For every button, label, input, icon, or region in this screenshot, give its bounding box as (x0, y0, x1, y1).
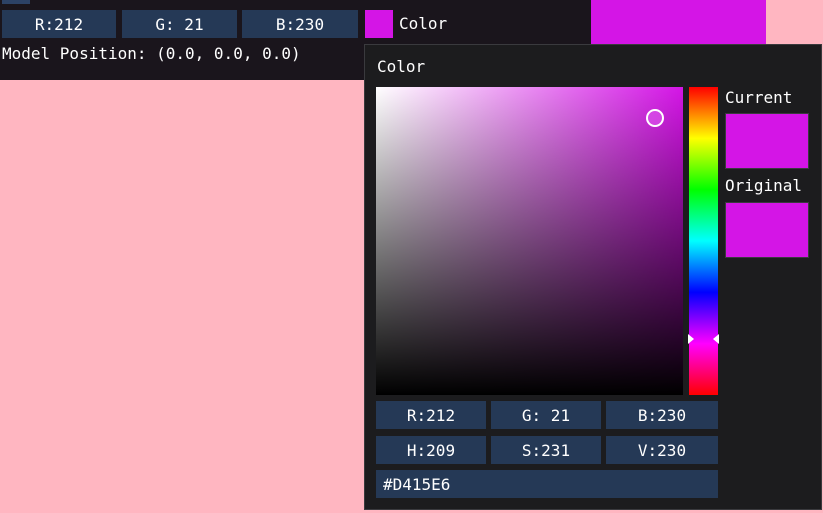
color-swatch-button[interactable] (365, 10, 393, 38)
hue-slider[interactable] (689, 87, 718, 395)
window-title-bar[interactable] (2, 0, 30, 4)
r-field[interactable]: R:212 (2, 10, 116, 38)
original-label: Original (725, 176, 803, 195)
picker-v-field[interactable]: V:230 (606, 436, 718, 464)
b-field[interactable]: B:230 (242, 10, 358, 38)
model-position-text: Model Position: (0.0, 0.0, 0.0) (2, 44, 301, 63)
saturation-value-square[interactable] (376, 87, 683, 395)
g-field[interactable]: G: 21 (122, 10, 237, 38)
triangle-arrow-icon (688, 334, 694, 344)
color-label: Color (399, 14, 448, 33)
original-color-preview[interactable] (725, 202, 809, 258)
triangle-arrow-icon (713, 334, 719, 344)
picker-s-field[interactable]: S:231 (491, 436, 601, 464)
picker-g-field[interactable]: G: 21 (491, 401, 601, 429)
current-label: Current (725, 88, 793, 107)
picker-r-field[interactable]: R:212 (376, 401, 486, 429)
hex-input[interactable]: #D415E6 (376, 470, 718, 498)
color-preview-rect (591, 0, 766, 44)
picker-title: Color (377, 57, 426, 76)
picker-h-field[interactable]: H:209 (376, 436, 486, 464)
picker-b-field[interactable]: B:230 (606, 401, 718, 429)
current-color-preview (725, 113, 809, 169)
circle-cursor-icon[interactable] (646, 109, 664, 127)
